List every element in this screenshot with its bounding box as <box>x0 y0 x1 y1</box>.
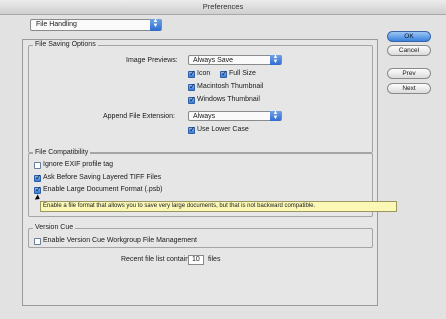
version-cue-checkbox[interactable] <box>34 238 41 245</box>
append-extension-dropdown[interactable]: Always ▲ ▼ <box>188 110 282 121</box>
version-cue-group-label: Version Cue <box>33 224 76 231</box>
ask-tiff-checkbox[interactable] <box>34 173 42 182</box>
version-cue-label: Enable Version Cue Workgroup File Manage… <box>43 237 197 244</box>
up-down-arrows-icon: ▲ ▼ <box>150 18 161 31</box>
lower-case-label: Use Lower Case <box>197 126 249 133</box>
ignore-exif-label: Ignore EXIF profile tag <box>43 161 114 168</box>
large-document-label: Enable Large Document Format (.psb) <box>43 186 163 193</box>
preferences-window: Preferences File Handling ▲ ▼ OK Cancel P… <box>0 0 446 319</box>
recent-files-unit: files <box>208 256 221 263</box>
next-button[interactable]: Next <box>387 83 431 94</box>
section-selector[interactable]: File Handling ▲ ▼ <box>30 18 162 31</box>
icon-checkbox-label: Icon <box>197 70 211 77</box>
file-compatibility-group-label: File Compatibility <box>33 149 91 156</box>
up-down-arrows-icon: ▲ ▼ <box>270 54 281 65</box>
windows-thumbnail-label: Windows Thumbnail <box>197 96 260 103</box>
window-title: Preferences <box>0 0 446 15</box>
append-extension-value: Always <box>193 113 216 120</box>
cancel-button[interactable]: Cancel <box>387 45 431 56</box>
lower-case-checkbox[interactable] <box>188 125 196 134</box>
mac-thumbnail-checkbox[interactable] <box>188 82 196 91</box>
windows-thumbnail-checkbox[interactable] <box>188 95 196 104</box>
recent-files-count-field[interactable]: 10 <box>188 255 204 265</box>
full-size-checkbox[interactable] <box>220 69 228 78</box>
append-extension-label: Append File Extension: <box>103 113 175 120</box>
icon-checkbox[interactable] <box>188 69 196 78</box>
image-previews-label: Image Previews: <box>126 57 178 64</box>
ask-tiff-label: Ask Before Saving Layered TIFF Files <box>43 174 162 181</box>
large-document-checkbox[interactable] <box>34 185 42 194</box>
prev-button[interactable]: Prev <box>387 68 431 79</box>
image-previews-value: Always Save <box>193 57 234 64</box>
tooltip: Enable a file format that allows you to … <box>40 201 397 212</box>
image-previews-dropdown[interactable]: Always Save ▲ ▼ <box>188 54 282 65</box>
section-selector-value: File Handling <box>36 21 77 28</box>
up-down-arrows-icon: ▲ ▼ <box>270 110 281 121</box>
recent-files-label: Recent file list contains: <box>121 256 195 263</box>
ok-button[interactable]: OK <box>387 31 431 42</box>
mac-thumbnail-label: Macintosh Thumbnail <box>197 83 264 90</box>
ignore-exif-checkbox[interactable] <box>34 162 41 169</box>
full-size-checkbox-label: Full Size <box>229 70 256 77</box>
file-saving-group-label: File Saving Options <box>33 41 98 48</box>
